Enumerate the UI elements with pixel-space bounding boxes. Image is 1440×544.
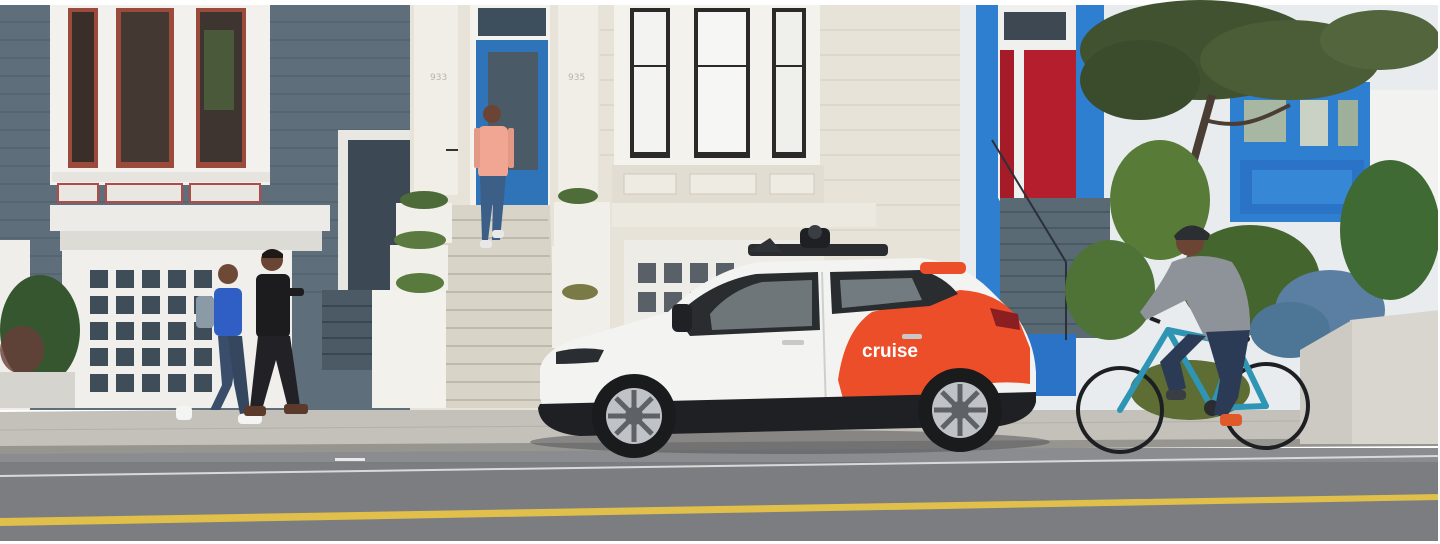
- house-left: [0, 5, 420, 410]
- house-number-right: 935: [568, 73, 585, 83]
- road: [0, 448, 1440, 544]
- red-door: [1024, 50, 1076, 198]
- side-mirror: [672, 304, 692, 332]
- house-number-left: 933: [430, 73, 447, 83]
- street-scene: 933 935 cruise: [0, 0, 1440, 544]
- headlight: [556, 348, 604, 364]
- front-wheel: [592, 374, 676, 458]
- rear-wheel: [918, 368, 1002, 452]
- street-photo: 933 935 cruise: [0, 0, 1440, 544]
- brand-logo-text: cruise: [862, 341, 918, 362]
